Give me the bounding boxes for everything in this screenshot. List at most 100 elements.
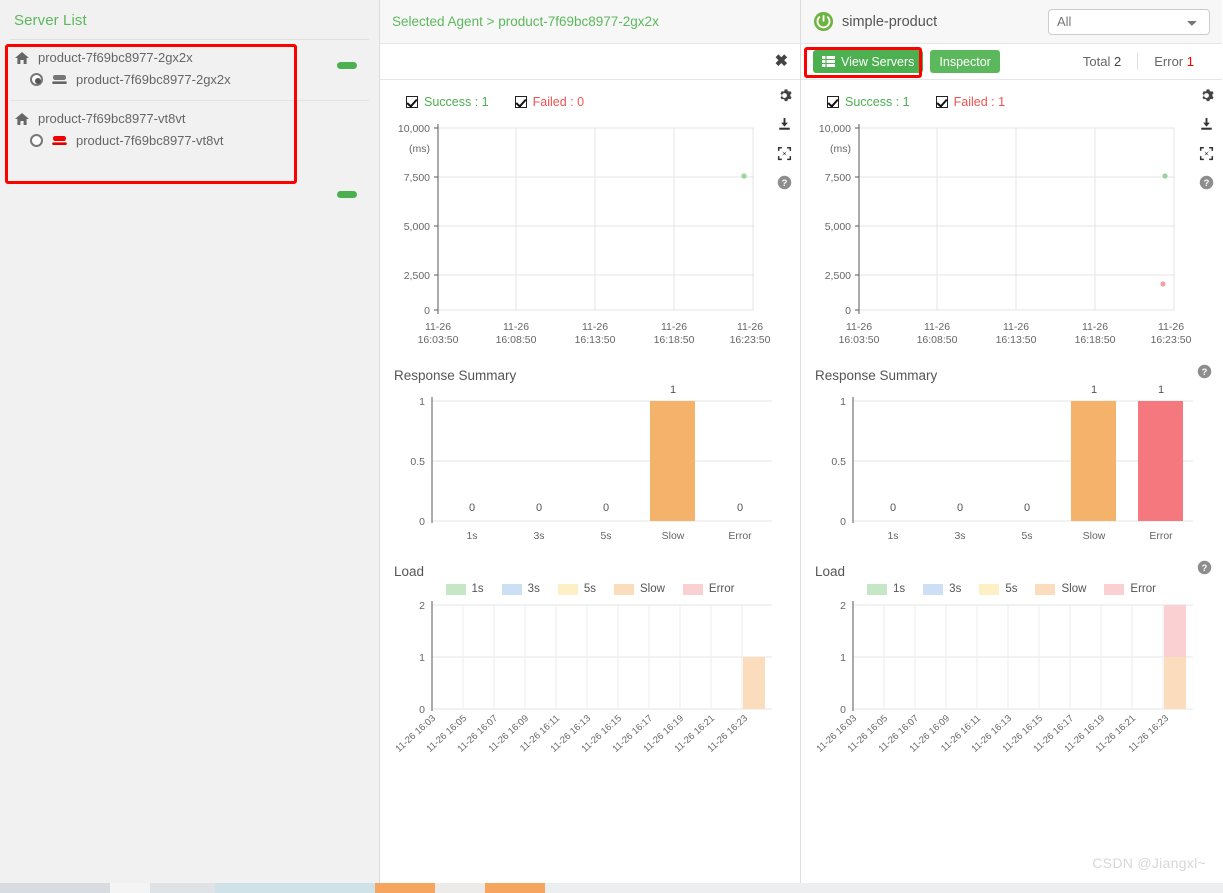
success-checkbox-item[interactable]: Success : 1: [406, 95, 489, 109]
help-icon[interactable]: ?: [1197, 364, 1212, 379]
success-label: Success : 1: [424, 95, 489, 109]
taskbar-segment: [110, 883, 150, 893]
svg-text:16:03:50: 16:03:50: [418, 334, 459, 346]
server-instance-row[interactable]: product-7f69bc8977-vt8vt: [0, 128, 379, 151]
svg-text:16:13:50: 16:13:50: [996, 334, 1037, 346]
legend-slow[interactable]: Slow: [613, 583, 665, 595]
tab-inspector[interactable]: Inspector: [930, 50, 1000, 73]
bottom-taskbar[interactable]: [0, 883, 1223, 893]
help-icon[interactable]: ?: [1197, 560, 1212, 575]
legend-label-1s: 1s: [471, 583, 484, 595]
center-response-summary-chart[interactable]: 1 0.5 0 0 0 0 1 0 1s 3s 5s Slow Error: [392, 383, 782, 548]
failed-checkbox[interactable]: [935, 96, 948, 108]
load-title: Load: [815, 564, 846, 579]
download-icon[interactable]: [1199, 117, 1214, 132]
success-checkbox[interactable]: [406, 96, 418, 108]
svg-text:11-26: 11-26: [924, 321, 950, 333]
total-label: Total: [1082, 54, 1111, 69]
svg-text:0: 0: [957, 502, 963, 514]
legend-3s[interactable]: 3s: [501, 583, 540, 595]
server-group-header[interactable]: product-7f69bc8977-2gx2x: [0, 48, 379, 67]
legend-1s[interactable]: 1s: [867, 583, 905, 595]
svg-text:1: 1: [670, 384, 676, 396]
legend-swatch-1s: [867, 583, 888, 595]
svg-text:16:23:50: 16:23:50: [730, 334, 771, 346]
svg-text:0: 0: [469, 502, 475, 514]
help-icon[interactable]: ?: [1199, 175, 1214, 190]
svg-text:16:08:50: 16:08:50: [917, 334, 958, 346]
svg-text:2,500: 2,500: [404, 270, 430, 282]
svg-text:Error: Error: [728, 530, 752, 542]
center-load-chart[interactable]: 2 1 0 11-26 16:03 11-26 16:05 11-26 16:0…: [392, 597, 782, 792]
legend-1s[interactable]: 1s: [445, 583, 484, 595]
legend-error[interactable]: Error: [682, 583, 735, 595]
response-summary-title: Response Summary: [394, 368, 517, 383]
expand-icon[interactable]: [1199, 146, 1214, 161]
svg-text:?: ?: [1204, 178, 1210, 188]
taskbar-segment: [215, 883, 375, 893]
legend-5s[interactable]: 5s: [979, 583, 1017, 595]
gear-icon[interactable]: [1199, 88, 1214, 103]
legend-3s[interactable]: 3s: [923, 583, 961, 595]
legend-slow[interactable]: Slow: [1035, 583, 1086, 595]
svg-text:1: 1: [419, 396, 425, 408]
server-instance-row[interactable]: product-7f69bc8977-2gx2x: [0, 67, 379, 90]
right-scatter-chart[interactable]: 10,000 (ms) 7,500 5,000 2,500 0 11-26 16…: [813, 114, 1193, 352]
expand-icon[interactable]: [777, 146, 792, 161]
selected-agent-subbar: ✖: [380, 44, 800, 80]
server-instance-name: product-7f69bc8977-2gx2x: [76, 72, 231, 87]
total-value: 2: [1114, 54, 1122, 69]
download-icon[interactable]: [777, 117, 792, 132]
svg-text:0: 0: [419, 704, 425, 716]
svg-text:3s: 3s: [954, 530, 965, 542]
agent-filter-select[interactable]: All: [1048, 8, 1210, 35]
help-icon[interactable]: ?: [777, 175, 792, 190]
failed-label: Failed : 0: [532, 95, 585, 109]
svg-text:11-26: 11-26: [661, 321, 687, 333]
server-group[interactable]: product-7f69bc8977-vt8vt product-7f69bc8…: [0, 101, 379, 198]
failed-checkbox-item[interactable]: Failed : 1: [935, 95, 1005, 109]
svg-text:16:08:50: 16:08:50: [496, 334, 537, 346]
svg-text:0.5: 0.5: [410, 456, 425, 468]
legend-label-error: Error: [708, 583, 735, 595]
svg-text:0: 0: [1024, 502, 1030, 514]
right-load-block: Load ? 1s 3s 5s Slow Error 2 1 0 11-26 1…: [801, 548, 1222, 792]
selected-agent-panel: Selected Agent > product-7f69bc8977-2gx2…: [380, 0, 801, 893]
legend-error[interactable]: Error: [1104, 583, 1156, 595]
success-checkbox-item[interactable]: Success : 1: [827, 95, 910, 109]
server-status-indicator: [337, 191, 357, 198]
legend-swatch-slow: [613, 583, 634, 595]
tab-inspector-label: Inspector: [939, 54, 991, 69]
svg-text:0: 0: [737, 502, 743, 514]
server-group[interactable]: product-7f69bc8977-2gx2x product-7f69bc8…: [0, 40, 379, 100]
taskbar-segment: [150, 883, 215, 893]
success-checkbox[interactable]: [827, 96, 839, 108]
center-scatter-chart[interactable]: 10,000 (ms) 7,500 5,000 2,500 0 11-26 16…: [392, 114, 772, 352]
server-group-header[interactable]: product-7f69bc8977-vt8vt: [0, 109, 379, 128]
center-response-summary-block: Response Summary 1 0.5 0 0 0 0 1 0 1s 3s…: [380, 352, 800, 548]
watermark: CSDN @Jiangxl~: [1092, 855, 1206, 871]
server-group-host: product-7f69bc8977-2gx2x: [38, 50, 193, 65]
legend-label-5s: 5s: [1005, 583, 1018, 595]
server-list-sidebar: Server List product-7f69bc8977-2gx2x pro…: [0, 0, 380, 893]
svg-text:1: 1: [840, 652, 846, 664]
server-icon: [52, 75, 67, 84]
gear-icon[interactable]: [777, 88, 792, 103]
legend-5s[interactable]: 5s: [557, 583, 596, 595]
taskbar-segment: [435, 883, 485, 893]
svg-text:11-26: 11-26: [1158, 321, 1184, 333]
right-load-chart[interactable]: 2 1 0 11-26 16:03 11-26 16:05 11-26 16:0…: [813, 597, 1203, 792]
server-instance-radio[interactable]: [30, 134, 43, 147]
load-legend: 1s 3s 5s Slow Error: [813, 583, 1210, 595]
close-icon[interactable]: ✖: [775, 53, 788, 70]
scatter-toolbar: ?: [1199, 88, 1214, 190]
scatter-filter-row: Success : 1 Failed : 0: [392, 90, 788, 114]
svg-text:0: 0: [536, 502, 542, 514]
failed-checkbox-item[interactable]: Failed : 0: [514, 95, 585, 109]
failed-checkbox[interactable]: [514, 96, 527, 108]
svg-text:5,000: 5,000: [825, 221, 851, 233]
tab-view-servers[interactable]: View Servers: [813, 50, 924, 73]
success-label: Success : 1: [845, 95, 910, 109]
server-instance-radio[interactable]: [30, 73, 43, 86]
right-response-summary-chart[interactable]: 1 0.5 0 0 0 0 1 1 1s 3s 5s Slow Error: [813, 383, 1203, 548]
